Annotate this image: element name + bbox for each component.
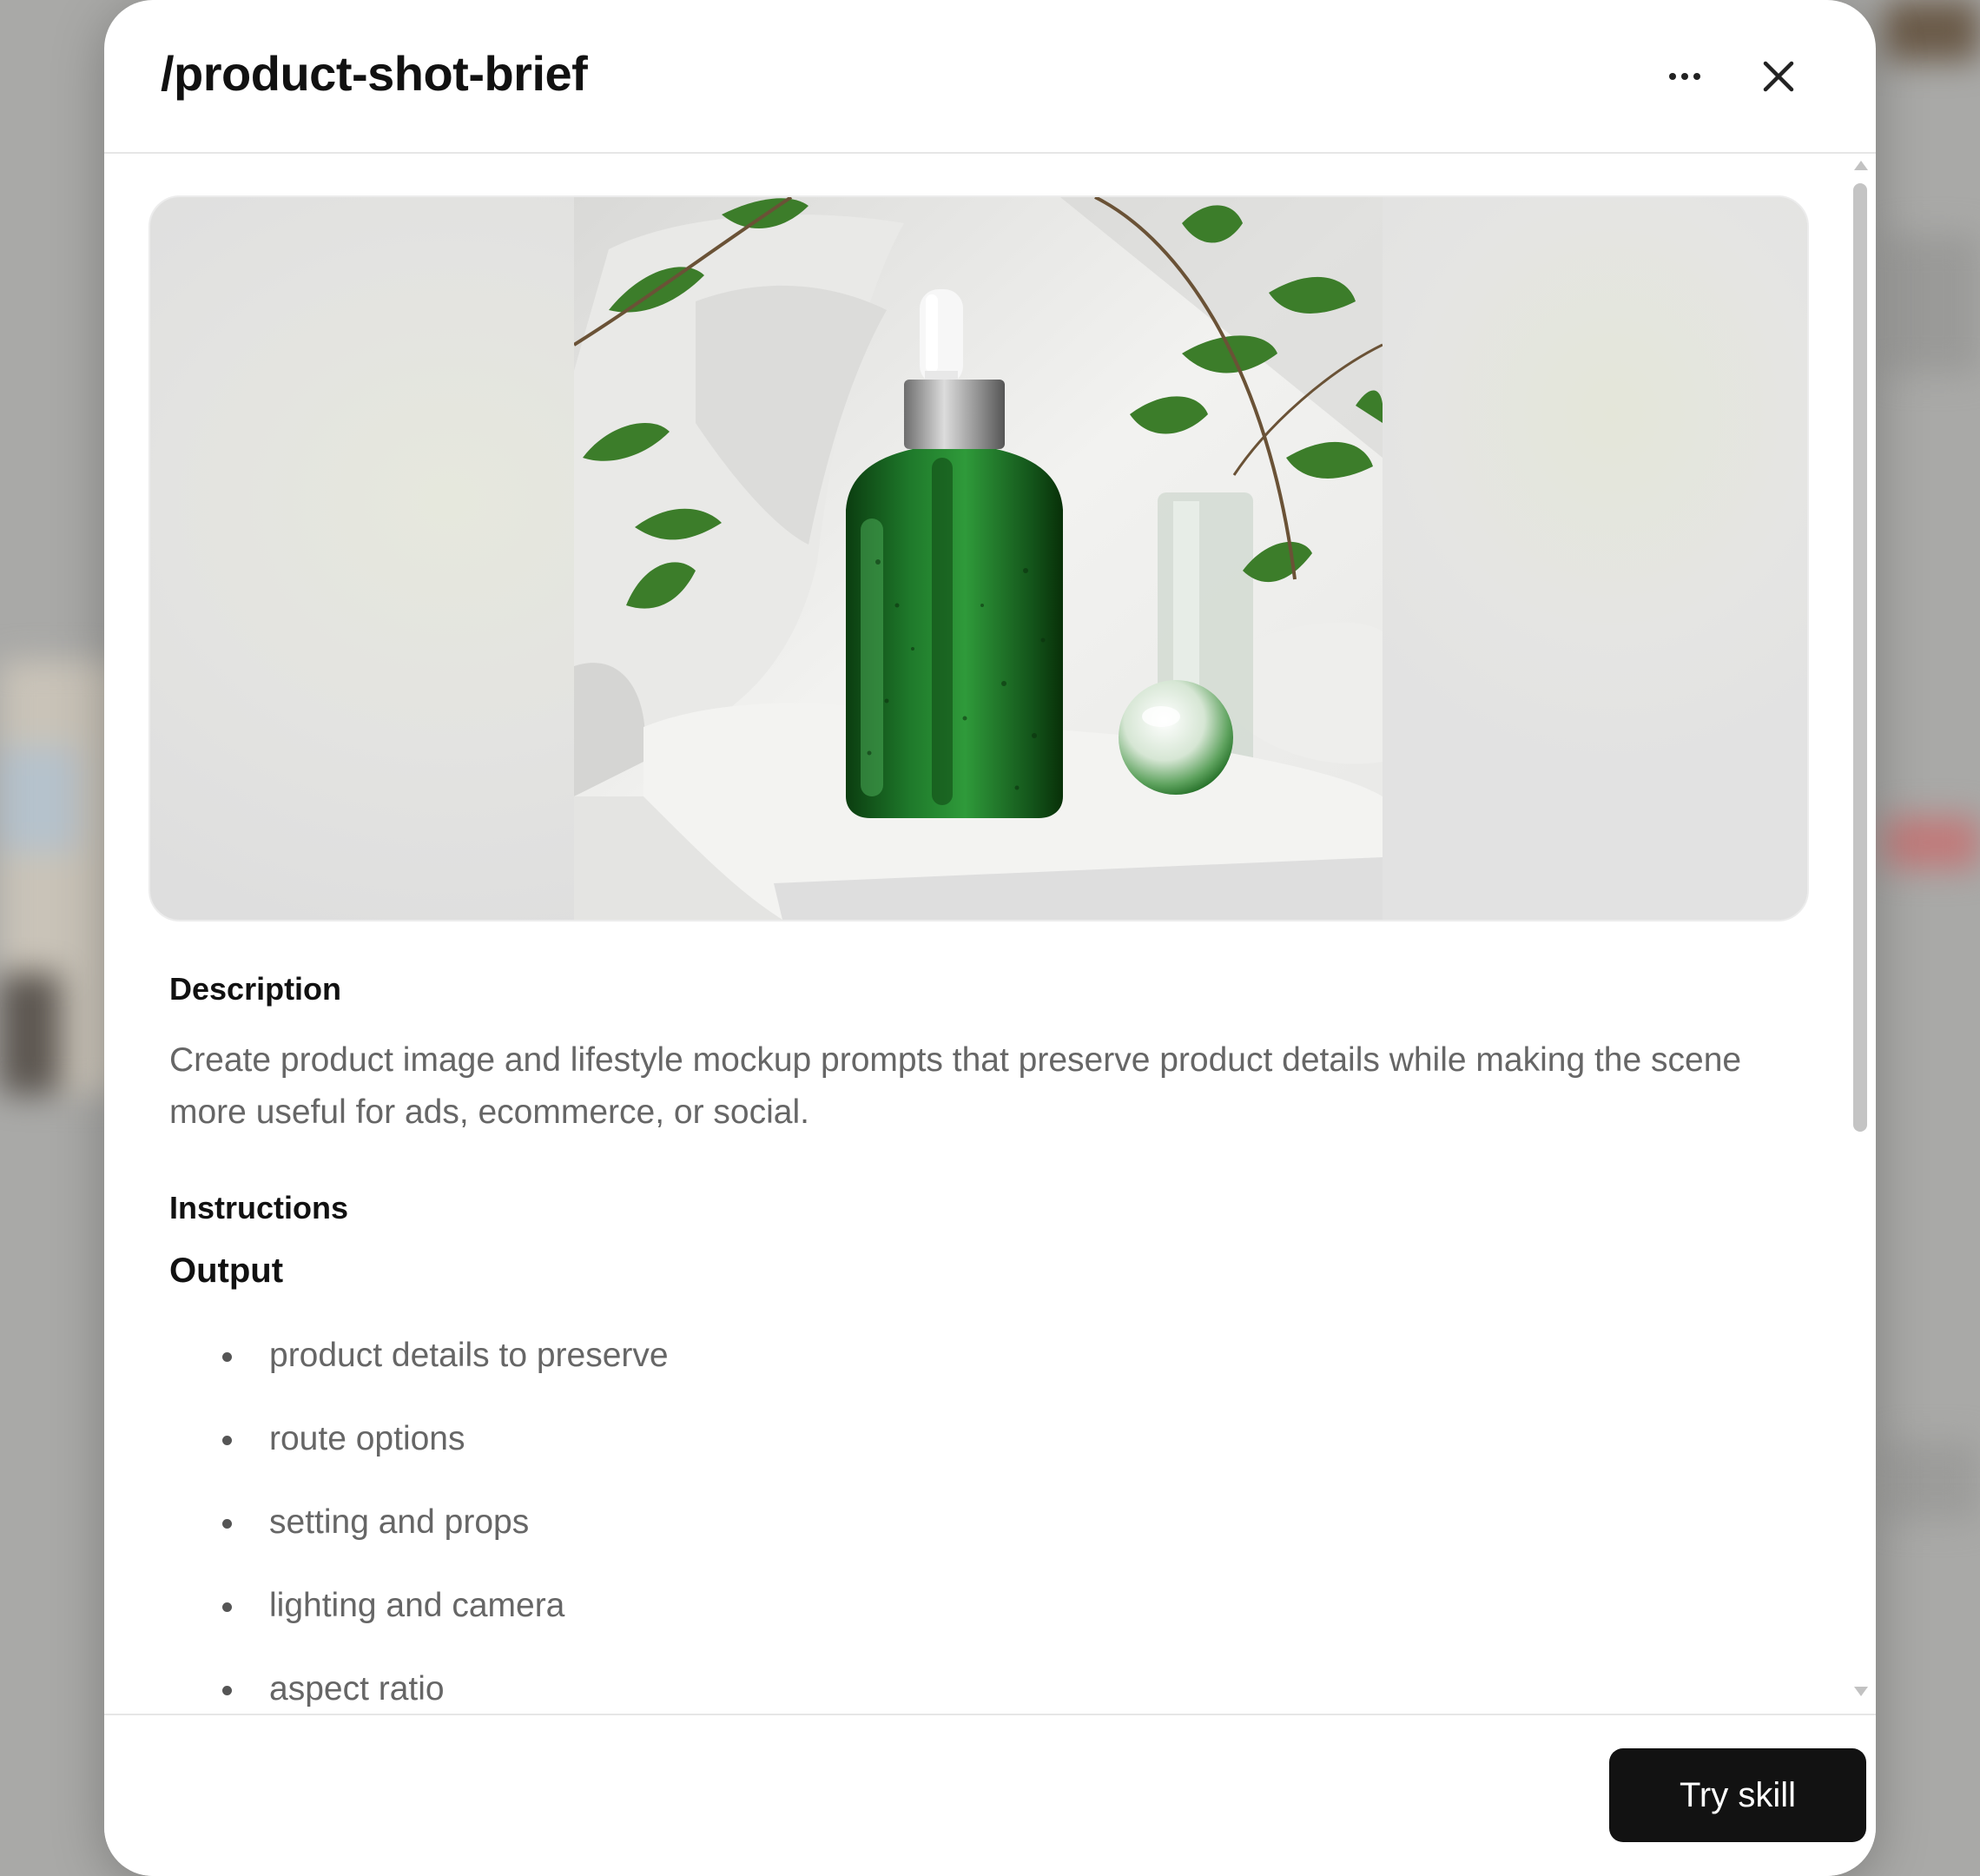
instructions-heading: Instructions — [169, 1190, 349, 1225]
scrollbar-thumb[interactable] — [1853, 183, 1867, 1132]
description-heading: Description — [169, 971, 342, 1007]
scroll-up-arrow-icon[interactable] — [1854, 161, 1868, 170]
dialog-title: /product-shot-brief — [161, 46, 588, 101]
dialog-footer: Try skill — [104, 1714, 1876, 1876]
bullet — [222, 1436, 232, 1445]
scroll-down-arrow-icon[interactable] — [1854, 1687, 1868, 1696]
list-item: aspect ratio — [104, 1668, 1667, 1714]
hero-image-frame — [148, 195, 1809, 921]
more-options-button[interactable] — [1650, 42, 1719, 111]
dialog-content: Description Create product image and lif… — [104, 154, 1876, 1714]
product-photo — [574, 197, 1383, 920]
list-item: setting and props — [104, 1502, 1667, 1585]
description-text: Create product image and lifestyle mocku… — [169, 1041, 1742, 1131]
dialog-header: /product-shot-brief — [104, 0, 1876, 154]
more-horizontal-icon — [1669, 73, 1700, 80]
bullet — [222, 1602, 232, 1612]
bullet — [222, 1519, 232, 1529]
output-list: product details to preserve route option… — [104, 1335, 1667, 1714]
hero-backdrop-right — [1373, 197, 1807, 920]
bullet — [222, 1352, 232, 1362]
scrollbar[interactable] — [1850, 154, 1871, 1714]
list-item: product details to preserve — [104, 1335, 1667, 1418]
list-item: route options — [104, 1418, 1667, 1502]
bullet — [222, 1686, 232, 1695]
list-item: lighting and camera — [104, 1585, 1667, 1668]
close-icon — [1763, 61, 1794, 92]
close-button[interactable] — [1744, 42, 1813, 111]
try-skill-button[interactable]: Try skill — [1609, 1748, 1866, 1842]
skill-dialog: /product-shot-brief Description Create p… — [104, 0, 1876, 1876]
output-heading: Output — [169, 1252, 284, 1290]
